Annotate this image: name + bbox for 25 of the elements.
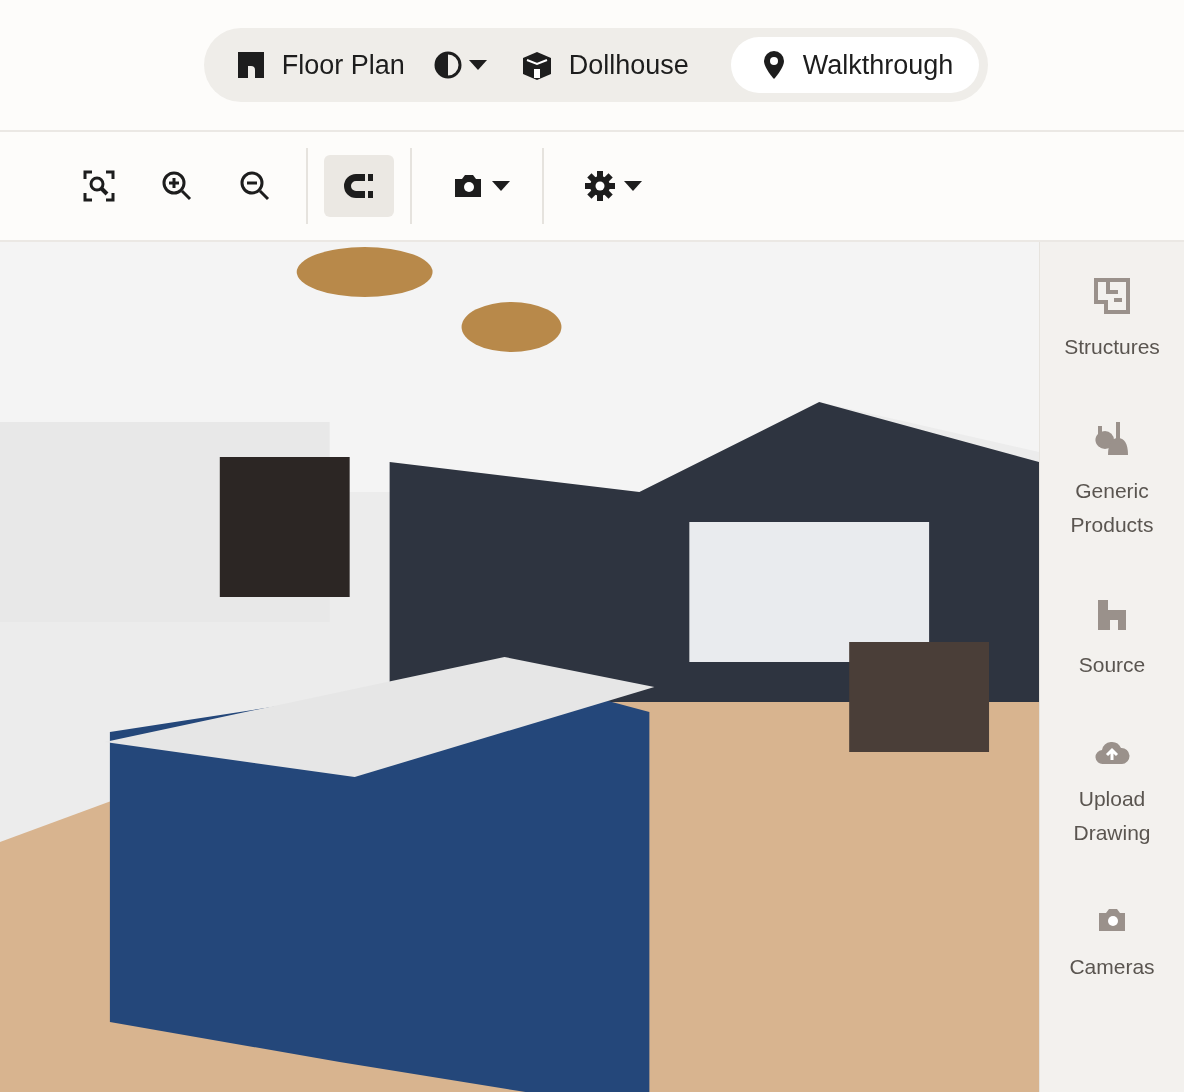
- caret-icon: [468, 60, 487, 70]
- contrast-icon: [432, 50, 463, 80]
- zoom-in-icon: [161, 170, 193, 202]
- caret-icon: [492, 181, 510, 191]
- building-icon: [1096, 598, 1128, 632]
- settings-icon: [584, 170, 616, 202]
- caret-icon: [624, 181, 642, 191]
- view-tab[interactable]: Walkthrough: [730, 37, 980, 93]
- view-tab[interactable]: Dollhouse: [512, 37, 713, 93]
- fit-view-icon: [83, 170, 115, 202]
- box-icon: [520, 50, 553, 80]
- sidebar-item[interactable]: Cameras: [1047, 906, 1177, 984]
- sidebar-item[interactable]: Upload Drawing: [1047, 738, 1177, 850]
- camera-icon: [452, 172, 484, 200]
- lamp-icon: [1094, 420, 1130, 458]
- floor-plan-icon: [235, 50, 266, 80]
- floor-plan-icon: [1094, 278, 1130, 314]
- magnet-icon: [343, 172, 375, 200]
- sidebar-item[interactable]: Source: [1047, 598, 1177, 682]
- sidebar-item[interactable]: Structures: [1047, 278, 1177, 364]
- sidebar-item[interactable]: Generic Products: [1047, 420, 1177, 542]
- view-tab[interactable]: Floor Plan: [227, 37, 429, 93]
- snap-toggle-button[interactable]: [324, 155, 394, 217]
- camera-icon: [1096, 906, 1128, 934]
- zoom-out-icon: [239, 170, 271, 202]
